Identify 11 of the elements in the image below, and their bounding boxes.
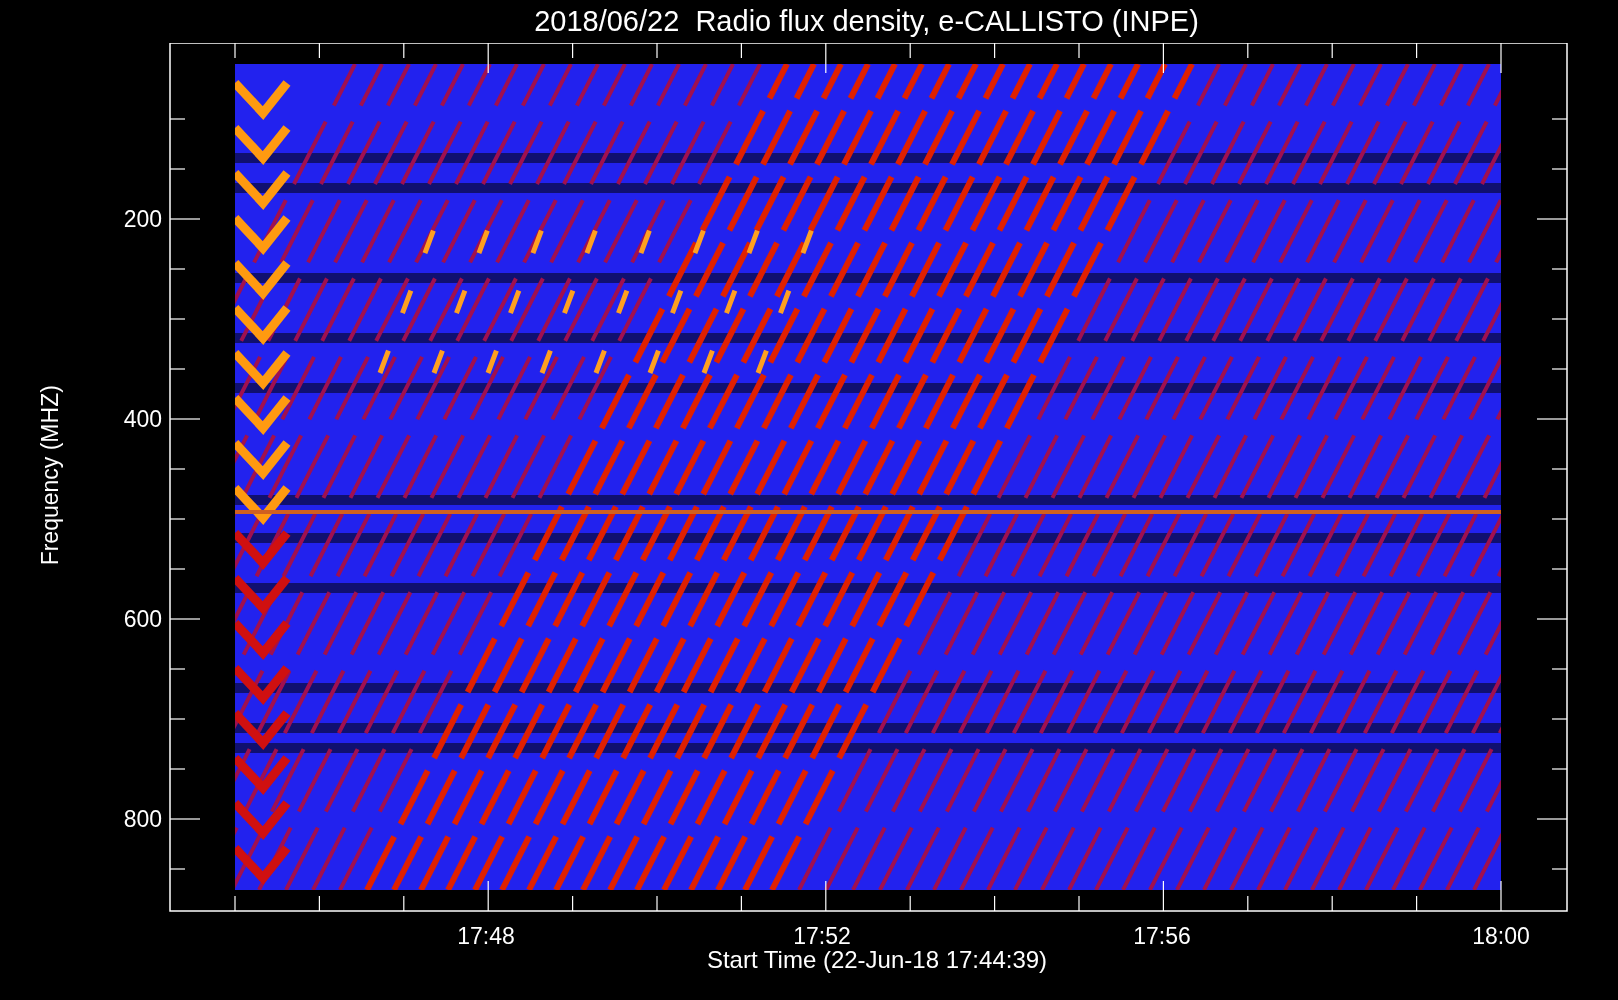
y-tick-label: 600 — [123, 606, 162, 632]
x-axis-label: Start Time (22-Jun-18 17:44:39) — [706, 948, 1048, 972]
y-tick-label: 400 — [123, 406, 162, 432]
y-tick-label: 200 — [123, 206, 162, 232]
y-axis-label: Frequency (MHZ) — [35, 385, 64, 566]
chart-title: 2018/06/22 Radio flux density, e-CALLISTO (INPE) — [534, 7, 1199, 36]
y-tick-label: 800 — [123, 806, 162, 832]
x-tick-label: 17:52 — [793, 923, 851, 948]
x-tick-label: 18:00 — [1472, 923, 1530, 948]
x-tick-label: 17:56 — [1133, 923, 1191, 948]
x-tick-label: 17:48 — [457, 923, 515, 948]
